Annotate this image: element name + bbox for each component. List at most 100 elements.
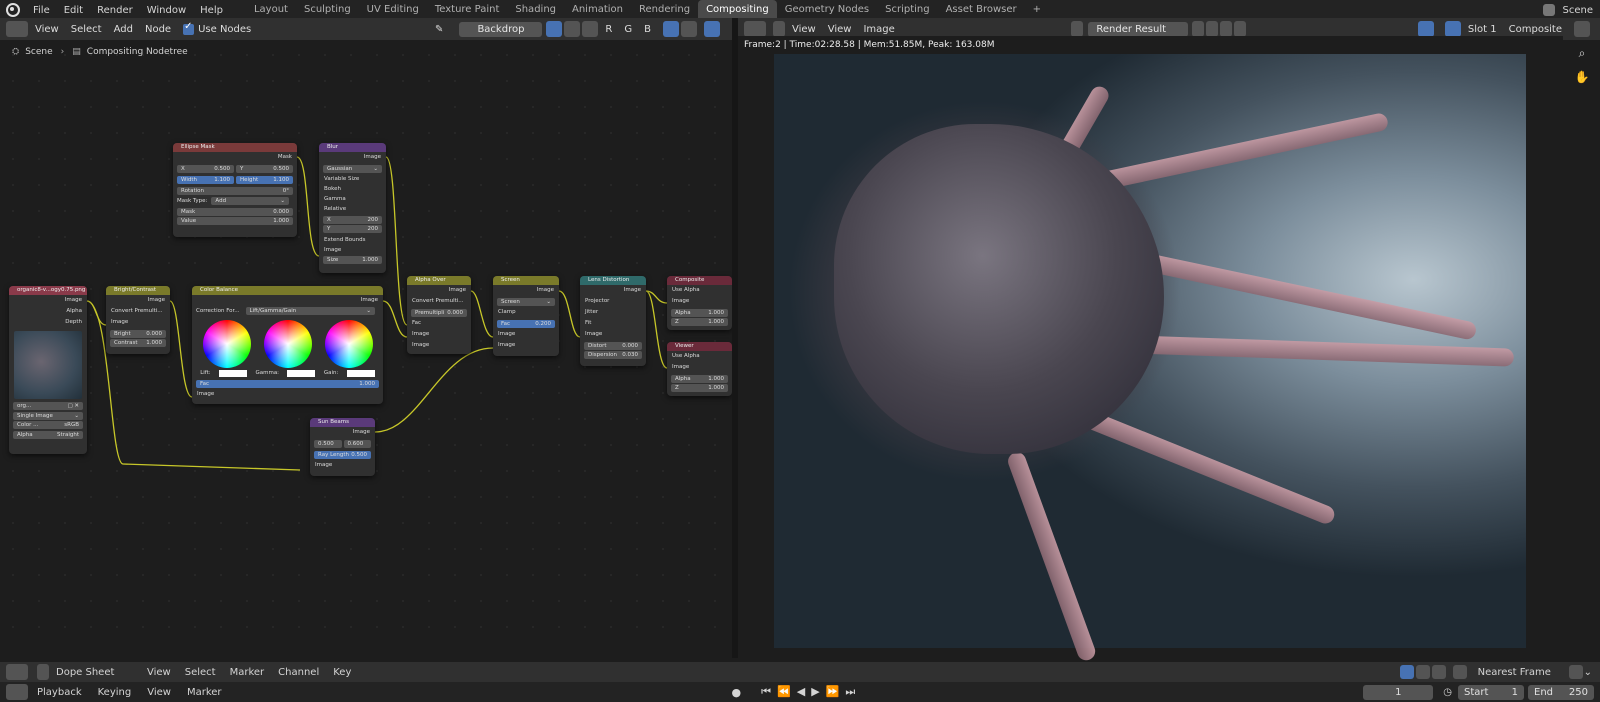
correction-select[interactable]: Lift/Gamma/Gain ⌄ <box>245 307 375 315</box>
keying-menu[interactable]: Keying <box>90 687 140 698</box>
channel-alpha-icon[interactable] <box>564 21 581 37</box>
node-image-input[interactable]: organic8-v...ogy0.75.png Image Alpha Dep… <box>9 286 87 454</box>
box-select-icon[interactable] <box>1415 665 1430 679</box>
gain-color-wheel[interactable] <box>324 320 373 368</box>
editor-type-icon[interactable] <box>6 664 28 680</box>
channel-g[interactable]: G <box>618 24 638 35</box>
fake-user-icon[interactable] <box>1192 21 1205 37</box>
image-file-field[interactable]: org... ▢ ✕ <box>13 402 83 410</box>
blur-variable-size[interactable]: Variable Size <box>319 174 386 184</box>
composite-alpha-field[interactable]: Alpha 1.000 <box>671 308 728 317</box>
gamma-swatch[interactable] <box>287 369 316 377</box>
blur-relative[interactable]: Relative <box>319 204 386 214</box>
menu-view[interactable]: View <box>29 24 65 35</box>
alphaover-convert[interactable]: Convert Premulti... <box>407 296 471 307</box>
node-editor[interactable]: ⛭ Scene › ▤ Compositing Nodetree Ellipse… <box>0 42 732 648</box>
node-header[interactable]: Screen <box>493 276 559 285</box>
node-sun-beams[interactable]: Sun Beams Image 0.500 0.600 Ray Length 0.… <box>310 418 375 476</box>
slot-select[interactable]: Slot 1 <box>1462 24 1503 35</box>
end-frame-field[interactable]: End 250 <box>1528 684 1594 700</box>
lens-projector[interactable]: Projector <box>580 296 646 307</box>
bright-field[interactable]: Bright 0.000 <box>110 329 166 338</box>
node-color-balance[interactable]: Color Balance Image Correction For... Li… <box>192 286 383 404</box>
ellipse-rotation-field[interactable]: Rotation 0° <box>177 186 293 195</box>
blur-gamma[interactable]: Gamma <box>319 194 386 204</box>
editor-type-icon[interactable] <box>6 21 28 37</box>
node-header[interactable]: Ellipse Mask <box>173 143 297 152</box>
menu-view[interactable]: View <box>139 687 179 698</box>
tab-asset-browser[interactable]: Asset Browser <box>938 0 1025 20</box>
tab-layout[interactable]: Layout <box>246 0 296 20</box>
dope-mode-icon[interactable] <box>37 664 49 680</box>
menu-channel[interactable]: Channel <box>271 667 326 678</box>
scene-selector[interactable]: Scene <box>1556 5 1600 16</box>
lens-fit[interactable]: Fit <box>580 318 646 329</box>
lift-color-wheel[interactable] <box>202 320 251 368</box>
viewer-alpha-field[interactable]: Alpha 1.000 <box>671 374 728 383</box>
overlay-icon[interactable] <box>704 21 720 37</box>
snap-mode-select[interactable]: Nearest Frame <box>1478 667 1568 678</box>
ellipse-height-field[interactable]: Height 1.100 <box>236 175 293 184</box>
playback-controls[interactable]: ⏮⏪◀▶⏩⏭ <box>761 685 861 699</box>
menu-key[interactable]: Key <box>326 667 358 678</box>
tab-texture-paint[interactable]: Texture Paint <box>427 0 508 20</box>
composite-z-field[interactable]: Z 1.000 <box>671 318 728 326</box>
menu-render[interactable]: Render <box>90 5 140 16</box>
node-header[interactable]: Bright/Contrast <box>106 286 170 295</box>
blur-extend-bounds[interactable]: Extend Bounds <box>319 235 386 245</box>
image-browse-icon[interactable] <box>1071 21 1084 37</box>
menu-help[interactable]: Help <box>193 5 230 16</box>
filter-icon[interactable] <box>1452 665 1467 679</box>
tab-sculpting[interactable]: Sculpting <box>296 0 359 20</box>
premul-field[interactable]: Premultipli 0.000 <box>411 308 467 317</box>
channel-b[interactable]: B <box>638 24 657 35</box>
scene-icon[interactable] <box>1542 4 1555 16</box>
image-name-field[interactable]: Render Result <box>1088 21 1189 37</box>
channel-r[interactable]: R <box>599 24 618 35</box>
gizmo-icon[interactable] <box>1417 21 1434 37</box>
menu-edit[interactable]: Edit <box>57 5 90 16</box>
node-header[interactable]: Alpha Over <box>407 276 471 285</box>
menu-marker[interactable]: Marker <box>223 667 272 678</box>
screen-fac-field[interactable]: Fac 0.200 <box>497 319 555 328</box>
pin-icon[interactable]: ✎ <box>429 24 449 35</box>
warning-icon[interactable] <box>1431 665 1446 679</box>
snap-options-icon[interactable] <box>681 21 697 37</box>
distort-field[interactable]: Distort 0.000 <box>584 341 642 350</box>
ellipse-y-field[interactable]: Y 0.500 <box>236 164 293 173</box>
menu-node[interactable]: Node <box>139 24 177 35</box>
blur-bokeh[interactable]: Bokeh <box>319 184 386 194</box>
node-header[interactable]: Blur <box>319 143 386 152</box>
clock-icon[interactable]: ◷ <box>1443 687 1452 698</box>
proportional-icon[interactable] <box>1568 665 1583 679</box>
colorbal-fac-field[interactable]: Fac 1.000 <box>196 379 379 388</box>
tab-scripting[interactable]: Scripting <box>877 0 937 20</box>
menu-marker[interactable]: Marker <box>179 687 230 698</box>
add-workspace-icon[interactable]: + <box>1025 0 1049 20</box>
node-ellipse-mask[interactable]: Ellipse Mask Mask X 0.500 Y 0.500 Width 1.1… <box>173 143 297 237</box>
node-bright-contrast[interactable]: Bright/Contrast Image Convert Premulti..… <box>106 286 170 354</box>
node-header[interactable]: Composite <box>667 276 732 285</box>
mask-type-select[interactable]: Add ⌄ <box>211 197 289 205</box>
node-header[interactable]: Lens Distortion <box>580 276 646 285</box>
screen-clamp[interactable]: Clamp <box>493 307 559 318</box>
screen-mode-select[interactable]: Screen ⌄ <box>497 297 555 306</box>
node-header[interactable]: Sun Beams <box>310 418 375 427</box>
node-header[interactable]: Color Balance <box>192 286 383 295</box>
new-image-icon[interactable] <box>1206 21 1219 37</box>
start-frame-field[interactable]: Start 1 <box>1458 684 1524 700</box>
collapse-icon[interactable]: ⌄ <box>1584 667 1592 678</box>
blur-y-field[interactable]: Y 200 <box>323 225 382 233</box>
dispersion-field[interactable]: Dispersion 0.030 <box>584 351 642 359</box>
backdrop-button[interactable]: Backdrop <box>459 21 543 37</box>
view-mode-icon[interactable] <box>773 21 785 37</box>
tab-geometry-nodes[interactable]: Geometry Nodes <box>777 0 877 20</box>
blur-size-field[interactable]: Size 1.000 <box>323 256 382 264</box>
gain-swatch[interactable] <box>346 369 375 377</box>
tab-compositing[interactable]: Compositing <box>698 0 777 20</box>
viewer-use-alpha[interactable]: Use Alpha <box>667 351 732 362</box>
image-source-select[interactable]: Single Image ⌄ <box>13 411 83 420</box>
hand-icon[interactable]: ✋ <box>1572 70 1592 90</box>
tab-shading[interactable]: Shading <box>507 0 564 20</box>
zoom-icon[interactable]: ⌕ <box>1572 46 1592 66</box>
